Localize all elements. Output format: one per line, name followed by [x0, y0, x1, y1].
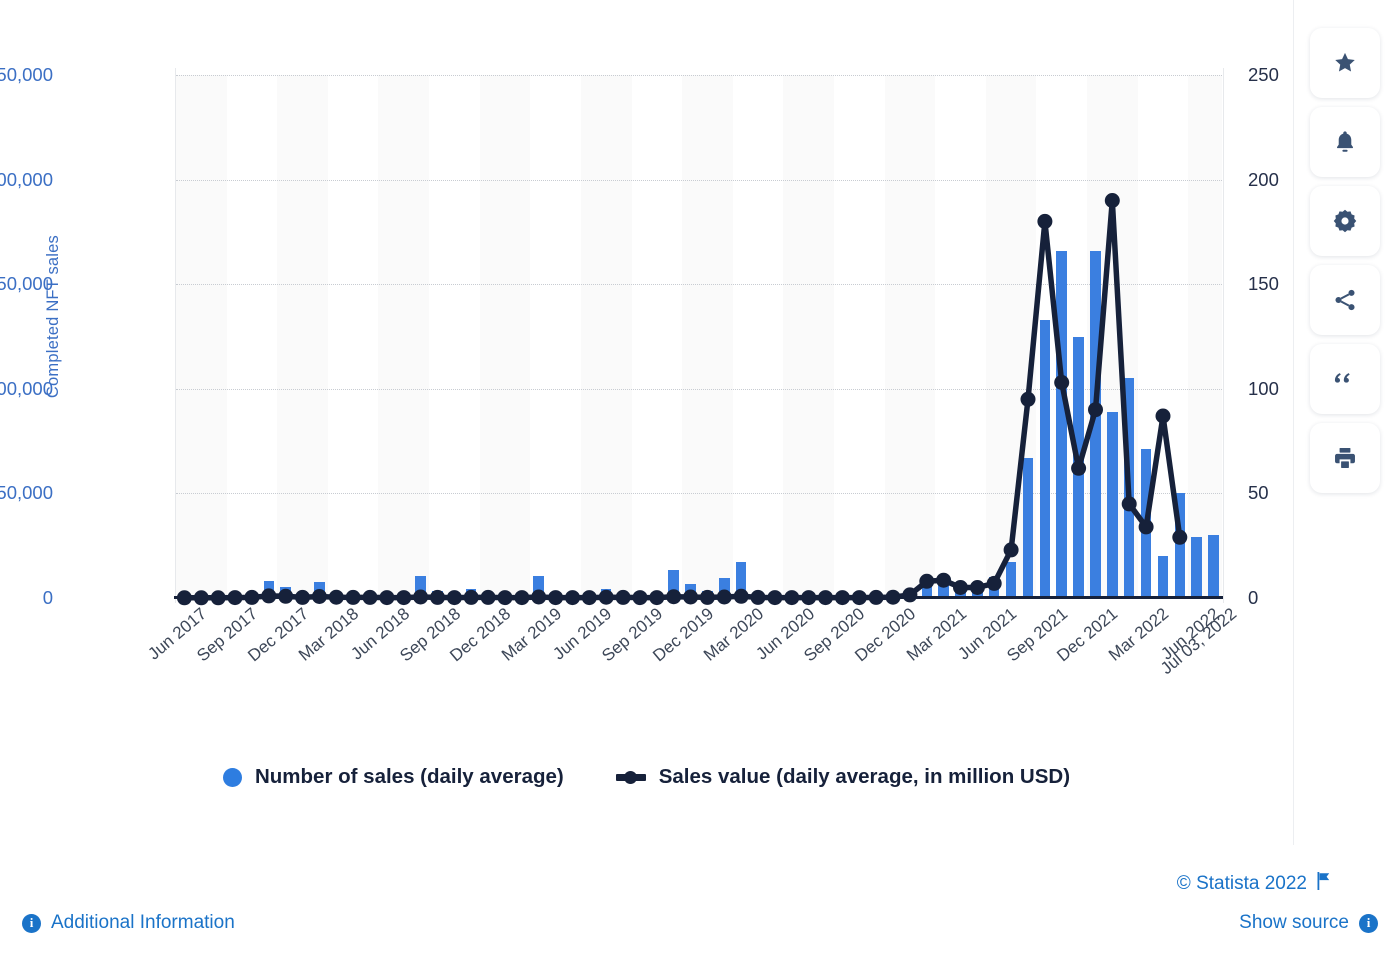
- bell-icon: [1332, 129, 1358, 155]
- y-tick-label-left: 100,000: [0, 377, 53, 399]
- info-icon: i: [1359, 913, 1378, 933]
- y-tick-label-right: 0: [1248, 587, 1259, 608]
- line-marker[interactable]: [1172, 529, 1188, 545]
- flag-icon[interactable]: [1317, 872, 1332, 896]
- line-marker[interactable]: [1121, 496, 1137, 512]
- chart-toolbar: [1310, 28, 1380, 493]
- share-icon: [1332, 287, 1358, 313]
- y-tick-label-left: 150,000: [0, 273, 53, 295]
- y-tick-label-right: 150: [1248, 273, 1279, 295]
- info-icon: i: [22, 913, 41, 933]
- y-axis-label-left: Completed NFT sales: [44, 235, 62, 399]
- line-marker-icon: [615, 770, 646, 784]
- legend-item-sales-value[interactable]: Sales value (daily average, in million U…: [615, 765, 1071, 789]
- alert-button[interactable]: [1310, 107, 1380, 177]
- right-axis-rail: [1223, 68, 1224, 603]
- copyright-text: © Statista 2022: [1176, 873, 1307, 894]
- print-icon: [1332, 445, 1358, 471]
- line-marker[interactable]: [1037, 213, 1053, 229]
- line-marker[interactable]: [902, 587, 918, 603]
- star-icon: [1332, 50, 1358, 76]
- line-marker[interactable]: [1071, 460, 1087, 476]
- line-marker[interactable]: [1138, 519, 1154, 535]
- legend-label: Number of sales (daily average): [254, 765, 564, 788]
- line-marker[interactable]: [1020, 391, 1036, 407]
- line-marker[interactable]: [936, 572, 952, 588]
- line-markers: [176, 193, 1188, 606]
- show-source-label: Show source: [1239, 912, 1349, 933]
- show-source-link[interactable]: Show source i: [1239, 912, 1378, 934]
- copyright: © Statista 2022: [1177, 872, 1332, 896]
- share-button[interactable]: [1310, 265, 1380, 335]
- legend-label: Sales value (daily average, in million U…: [658, 765, 1071, 788]
- line-marker[interactable]: [1088, 402, 1103, 418]
- line-marker[interactable]: [1054, 375, 1070, 390]
- line-marker[interactable]: [1003, 542, 1019, 558]
- x-axis-ticks: Jun 2017 Sep 2017 Dec 2017 Mar 2018 Jun 2018…: [145, 604, 1240, 714]
- line-marker[interactable]: [953, 580, 968, 595]
- y-tick-label-left: 0: [42, 587, 53, 608]
- plot-area: [174, 75, 1223, 606]
- quote-icon: [1332, 366, 1358, 392]
- line-marker[interactable]: [969, 580, 985, 595]
- additional-information-label: Additional Information: [51, 912, 235, 933]
- y-tick-label-left: 50,000: [0, 482, 53, 504]
- legend-item-number-of-sales[interactable]: Number of sales (daily average): [222, 765, 564, 789]
- chart-card: Completed NFT sales 250,000 200,000 150,00…: [0, 0, 1294, 845]
- y-tick-label-left: 250,000: [0, 64, 53, 85]
- gear-icon: [1332, 208, 1358, 234]
- y-tick-label-right: 100: [1248, 377, 1279, 399]
- line-marker[interactable]: [919, 573, 935, 589]
- line-marker[interactable]: [986, 575, 1002, 591]
- circle-marker-icon: [222, 767, 242, 787]
- settings-button[interactable]: [1310, 186, 1380, 256]
- line-marker[interactable]: [1155, 408, 1171, 424]
- y-tick-label-left: 200,000: [0, 168, 53, 190]
- favorite-button[interactable]: [1310, 28, 1380, 98]
- chart-legend: Number of sales (daily average) Sales va…: [0, 765, 1293, 789]
- x-axis-baseline: [174, 596, 1223, 599]
- additional-information-link[interactable]: i Additional Information: [22, 912, 235, 934]
- y-tick-label-right: 250: [1248, 64, 1279, 85]
- line-marker[interactable]: [1104, 193, 1120, 208]
- cite-button[interactable]: [1310, 344, 1380, 414]
- print-button[interactable]: [1310, 423, 1380, 493]
- line-series: [176, 193, 1188, 606]
- y-tick-label-right: 50: [1248, 482, 1269, 504]
- y-tick-label-right: 200: [1248, 168, 1279, 190]
